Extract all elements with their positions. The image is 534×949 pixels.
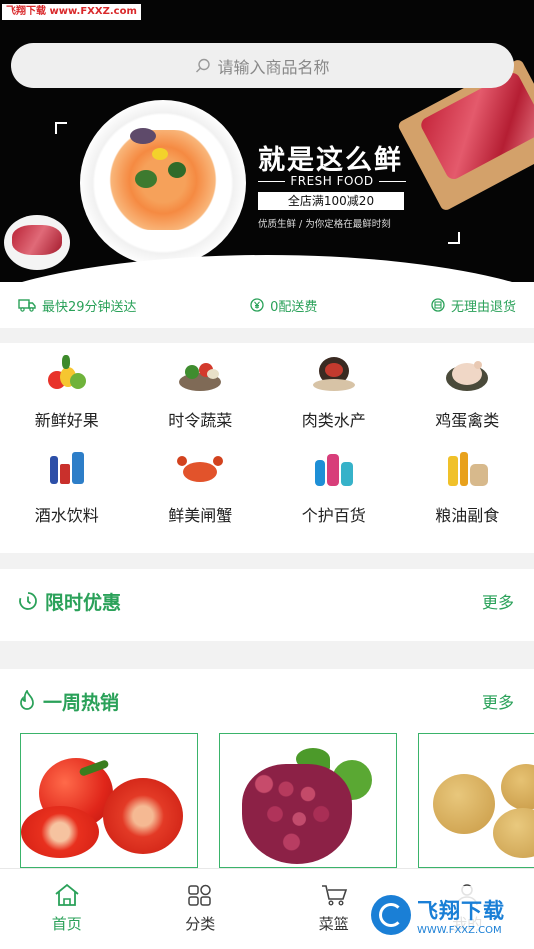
category-meat-seafood[interactable]: 肉类水产 <box>267 355 401 450</box>
flash-sale-section: 限时优惠 更多 <box>0 569 534 641</box>
watermark-main-text: 飞翔下载 <box>417 898 505 923</box>
salmon-plate-image <box>80 100 246 266</box>
search-placeholder: 请输入商品名称 <box>217 57 330 77</box>
flash-sale-more-link[interactable]: 更多 <box>482 589 514 613</box>
product-card[interactable] <box>219 733 397 868</box>
yen-icon <box>250 298 264 312</box>
watermark-label: 飞翔下载 www.FXXZ.com <box>2 4 141 20</box>
potato-icon <box>419 734 534 867</box>
category-icon <box>188 884 211 906</box>
cart-icon <box>321 885 347 906</box>
corner-bracket <box>448 232 460 244</box>
product-card[interactable] <box>20 733 198 868</box>
category-grain-oil[interactable]: 粮油副食 <box>401 450 534 545</box>
weekly-hot-more-link[interactable]: 更多 <box>482 689 514 713</box>
poultry-icon <box>444 355 490 395</box>
feature-delivery: 最快29分钟送达 <box>18 296 137 315</box>
feature-free-shipping: 0配送费 <box>250 296 317 315</box>
banner-subtitle: FRESH FOOD <box>258 174 406 188</box>
promo-text: 全店满100减20 <box>258 192 404 210</box>
tab-category[interactable]: 分类 <box>134 869 268 949</box>
banner-curve <box>0 255 534 282</box>
crab-icon <box>177 450 224 490</box>
grain-oil-icon <box>444 450 490 490</box>
personal-care-icon <box>311 450 357 490</box>
product-card[interactable] <box>418 733 534 868</box>
watermark-logo: 飞翔下载 WWW.FXXZ.COM <box>367 886 530 944</box>
diced-meat-image <box>12 225 62 255</box>
flame-icon <box>20 690 34 710</box>
tab-home[interactable]: 首页 <box>0 869 134 949</box>
banner-tagline: 优质生鲜 / 为你定格在最鲜时刻 <box>258 219 391 230</box>
drinks-icon <box>44 450 90 490</box>
watermark-circle-icon <box>371 895 411 935</box>
flash-sale-title: 限时优惠 <box>18 588 121 615</box>
timer-icon <box>19 592 37 610</box>
corner-bracket <box>55 122 67 134</box>
fruit-icon <box>44 355 90 395</box>
category-vegetables[interactable]: 时令蔬菜 <box>134 355 268 450</box>
return-icon <box>431 298 445 312</box>
category-drinks[interactable]: 酒水饮料 <box>0 450 134 545</box>
hot-products-row <box>20 733 534 868</box>
truck-icon <box>18 299 36 312</box>
category-personal-care[interactable]: 个护百货 <box>267 450 401 545</box>
category-crab[interactable]: 鲜美闸蟹 <box>134 450 268 545</box>
service-features: 最快29分钟送达 0配送费 无理由退货 <box>0 282 534 328</box>
home-icon <box>55 883 79 906</box>
tomato-icon <box>21 734 197 867</box>
search-input[interactable]: 请输入商品名称 <box>11 43 514 88</box>
category-fresh-fruit[interactable]: 新鲜好果 <box>0 355 134 450</box>
grapes-icon <box>220 734 396 867</box>
category-eggs-poultry[interactable]: 鸡蛋禽类 <box>401 355 534 450</box>
banner-headline: 就是这么鲜 <box>258 145 403 176</box>
category-grid: 新鲜好果 时令蔬菜 肉类水产 鸡蛋禽类 酒水饮料 鲜美闸蟹 个护百货 粮油副食 <box>0 343 534 553</box>
search-icon <box>196 58 211 72</box>
watermark-sub-text: WWW.FXXZ.COM <box>417 924 502 936</box>
vegetable-icon <box>177 355 223 395</box>
feature-returns: 无理由退货 <box>431 296 516 315</box>
weekly-hot-title: 一周热销 <box>18 688 119 715</box>
meat-icon <box>311 355 357 395</box>
